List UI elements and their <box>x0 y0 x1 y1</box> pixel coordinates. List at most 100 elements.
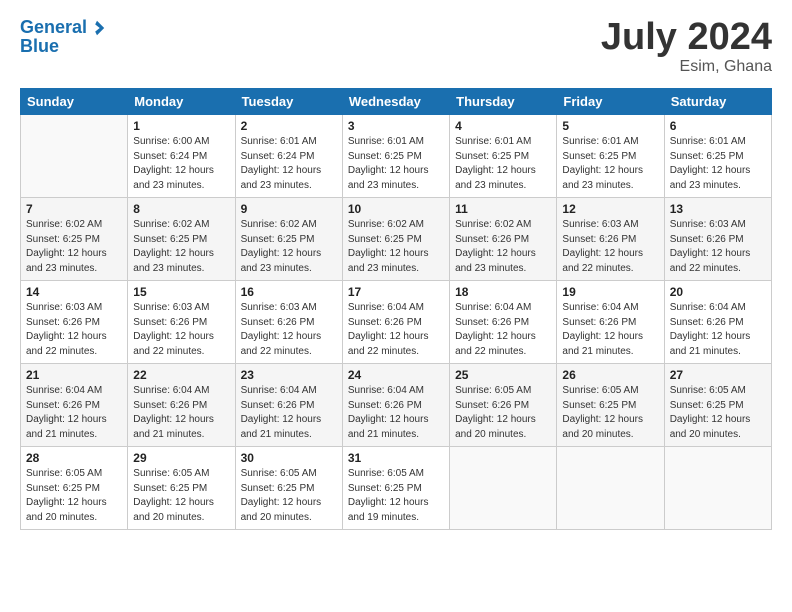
week-row-4: 21 Sunrise: 6:04 AMSunset: 6:26 PMDayligh… <box>21 364 772 447</box>
column-header-tuesday: Tuesday <box>235 89 342 115</box>
day-info: Sunrise: 6:01 AMSunset: 6:25 PMDaylight:… <box>348 135 444 193</box>
day-number: 24 <box>348 368 444 382</box>
day-number: 9 <box>241 202 337 216</box>
day-number: 12 <box>562 202 658 216</box>
day-number: 27 <box>670 368 766 382</box>
day-number: 26 <box>562 368 658 382</box>
day-number: 30 <box>241 451 337 465</box>
calendar-cell: 23 Sunrise: 6:04 AMSunset: 6:26 PMDayligh… <box>235 364 342 447</box>
day-info: Sunrise: 6:01 AMSunset: 6:25 PMDaylight:… <box>670 135 766 193</box>
calendar-cell: 14 Sunrise: 6:03 AMSunset: 6:26 PMDayligh… <box>21 281 128 364</box>
day-info: Sunrise: 6:04 AMSunset: 6:26 PMDaylight:… <box>241 384 337 442</box>
calendar-cell: 19Sunrise: 6:04 AMSunset: 6:26 PMDayligh… <box>557 281 664 364</box>
calendar-cell: 31 Sunrise: 6:05 AMSunset: 6:25 PMDayligh… <box>342 447 449 530</box>
day-info: Sunrise: 6:04 AMSunset: 6:26 PMDaylight:… <box>133 384 229 442</box>
day-number: 10 <box>348 202 444 216</box>
day-info: Sunrise: 6:05 AMSunset: 6:25 PMDaylight:… <box>26 467 122 525</box>
day-info: Sunrise: 6:05 AMSunset: 6:25 PMDaylight:… <box>670 384 766 442</box>
day-number: 5 <box>562 119 658 133</box>
day-number: 31 <box>348 451 444 465</box>
day-info: Sunrise: 6:04 AMSunset: 6:26 PMDaylight:… <box>26 384 122 442</box>
day-number: 29 <box>133 451 229 465</box>
calendar-cell: 7Sunrise: 6:02 AMSunset: 6:25 PMDaylight… <box>21 198 128 281</box>
day-info: Sunrise: 6:03 AMSunset: 6:26 PMDaylight:… <box>241 301 337 359</box>
calendar-cell: 24 Sunrise: 6:04 AMSunset: 6:26 PMDayligh… <box>342 364 449 447</box>
day-number: 8 <box>133 202 229 216</box>
column-header-wednesday: Wednesday <box>342 89 449 115</box>
week-row-1: 1Sunrise: 6:00 AMSunset: 6:24 PMDaylight… <box>21 115 772 198</box>
calendar-cell: 6Sunrise: 6:01 AMSunset: 6:25 PMDaylight… <box>664 115 771 198</box>
day-number: 1 <box>133 119 229 133</box>
day-info: Sunrise: 6:01 AMSunset: 6:24 PMDaylight:… <box>241 135 337 193</box>
day-number: 20 <box>670 285 766 299</box>
header-row: SundayMondayTuesdayWednesdayThursdayFrid… <box>21 89 772 115</box>
column-header-monday: Monday <box>128 89 235 115</box>
day-info: Sunrise: 6:04 AMSunset: 6:26 PMDaylight:… <box>348 384 444 442</box>
day-number: 23 <box>241 368 337 382</box>
calendar-cell: 25 Sunrise: 6:05 AMSunset: 6:26 PMDayligh… <box>450 364 557 447</box>
calendar-cell: 27 Sunrise: 6:05 AMSunset: 6:25 PMDayligh… <box>664 364 771 447</box>
column-header-sunday: Sunday <box>21 89 128 115</box>
day-info: Sunrise: 6:05 AMSunset: 6:25 PMDaylight:… <box>348 467 444 525</box>
day-info: Sunrise: 6:04 AMSunset: 6:26 PMDaylight:… <box>348 301 444 359</box>
day-info: Sunrise: 6:02 AMSunset: 6:25 PMDaylight:… <box>26 218 122 276</box>
calendar-cell: 8Sunrise: 6:02 AMSunset: 6:25 PMDaylight… <box>128 198 235 281</box>
header: General Blue July 2024 Esim, Ghana <box>20 18 772 76</box>
column-header-saturday: Saturday <box>664 89 771 115</box>
day-info: Sunrise: 6:02 AMSunset: 6:25 PMDaylight:… <box>241 218 337 276</box>
day-number: 22 <box>133 368 229 382</box>
day-info: Sunrise: 6:05 AMSunset: 6:26 PMDaylight:… <box>455 384 551 442</box>
calendar-cell: 1Sunrise: 6:00 AMSunset: 6:24 PMDaylight… <box>128 115 235 198</box>
calendar-cell: 2Sunrise: 6:01 AMSunset: 6:24 PMDaylight… <box>235 115 342 198</box>
calendar-container: General Blue July 2024 Esim, Ghana Sunda… <box>0 0 792 540</box>
calendar-cell: 16 Sunrise: 6:03 AMSunset: 6:26 PMDayligh… <box>235 281 342 364</box>
calendar-cell: 21 Sunrise: 6:04 AMSunset: 6:26 PMDayligh… <box>21 364 128 447</box>
title-section: July 2024 Esim, Ghana <box>601 18 772 76</box>
calendar-cell: 26Sunrise: 6:05 AMSunset: 6:25 PMDayligh… <box>557 364 664 447</box>
day-number: 25 <box>455 368 551 382</box>
week-row-2: 7Sunrise: 6:02 AMSunset: 6:25 PMDaylight… <box>21 198 772 281</box>
calendar-cell: 9 Sunrise: 6:02 AMSunset: 6:25 PMDaylight… <box>235 198 342 281</box>
calendar-cell <box>21 115 128 198</box>
calendar-cell: 5 Sunrise: 6:01 AMSunset: 6:25 PMDaylight… <box>557 115 664 198</box>
calendar-cell: 29 Sunrise: 6:05 AMSunset: 6:25 PMDayligh… <box>128 447 235 530</box>
day-info: Sunrise: 6:01 AMSunset: 6:25 PMDaylight:… <box>562 135 658 193</box>
week-row-3: 14 Sunrise: 6:03 AMSunset: 6:26 PMDayligh… <box>21 281 772 364</box>
calendar-cell: 22 Sunrise: 6:04 AMSunset: 6:26 PMDayligh… <box>128 364 235 447</box>
calendar-cell: 12 Sunrise: 6:03 AMSunset: 6:26 PMDayligh… <box>557 198 664 281</box>
day-info: Sunrise: 6:04 AMSunset: 6:26 PMDaylight:… <box>562 301 658 359</box>
logo: General Blue <box>20 18 106 57</box>
day-number: 15 <box>133 285 229 299</box>
calendar-cell <box>450 447 557 530</box>
day-number: 16 <box>241 285 337 299</box>
calendar-cell <box>664 447 771 530</box>
day-info: Sunrise: 6:03 AMSunset: 6:26 PMDaylight:… <box>26 301 122 359</box>
day-info: Sunrise: 6:03 AMSunset: 6:26 PMDaylight:… <box>562 218 658 276</box>
day-info: Sunrise: 6:05 AMSunset: 6:25 PMDaylight:… <box>133 467 229 525</box>
calendar-cell: 3 Sunrise: 6:01 AMSunset: 6:25 PMDaylight… <box>342 115 449 198</box>
calendar-cell: 4Sunrise: 6:01 AMSunset: 6:25 PMDaylight… <box>450 115 557 198</box>
day-info: Sunrise: 6:02 AMSunset: 6:25 PMDaylight:… <box>348 218 444 276</box>
day-info: Sunrise: 6:03 AMSunset: 6:26 PMDaylight:… <box>133 301 229 359</box>
calendar-cell: 30 Sunrise: 6:05 AMSunset: 6:25 PMDayligh… <box>235 447 342 530</box>
day-number: 13 <box>670 202 766 216</box>
logo-blue: Blue <box>20 36 106 57</box>
calendar-cell: 13Sunrise: 6:03 AMSunset: 6:26 PMDayligh… <box>664 198 771 281</box>
day-info: Sunrise: 6:04 AMSunset: 6:26 PMDaylight:… <box>455 301 551 359</box>
day-number: 14 <box>26 285 122 299</box>
day-info: Sunrise: 6:05 AMSunset: 6:25 PMDaylight:… <box>241 467 337 525</box>
calendar-cell: 17Sunrise: 6:04 AMSunset: 6:26 PMDayligh… <box>342 281 449 364</box>
calendar-cell <box>557 447 664 530</box>
day-info: Sunrise: 6:04 AMSunset: 6:26 PMDaylight:… <box>670 301 766 359</box>
calendar-table: SundayMondayTuesdayWednesdayThursdayFrid… <box>20 88 772 530</box>
calendar-cell: 11Sunrise: 6:02 AMSunset: 6:26 PMDayligh… <box>450 198 557 281</box>
day-number: 21 <box>26 368 122 382</box>
day-info: Sunrise: 6:01 AMSunset: 6:25 PMDaylight:… <box>455 135 551 193</box>
calendar-cell: 10 Sunrise: 6:02 AMSunset: 6:25 PMDayligh… <box>342 198 449 281</box>
day-info: Sunrise: 6:02 AMSunset: 6:26 PMDaylight:… <box>455 218 551 276</box>
month-year: July 2024 <box>601 18 772 56</box>
logo-text: General <box>20 18 87 38</box>
day-number: 28 <box>26 451 122 465</box>
day-number: 3 <box>348 119 444 133</box>
calendar-cell: 20 Sunrise: 6:04 AMSunset: 6:26 PMDayligh… <box>664 281 771 364</box>
